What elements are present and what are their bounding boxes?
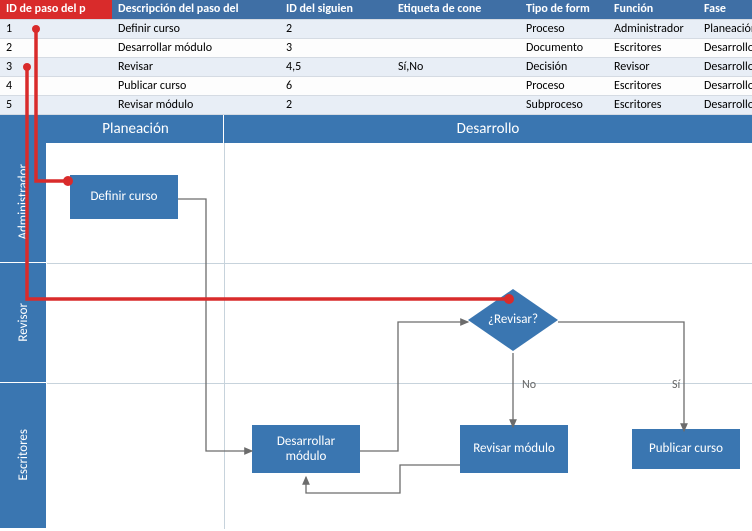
cell-id: 2 (0, 38, 112, 57)
shape-revisar-decision[interactable]: ¿Revisar? (468, 289, 558, 351)
lane-divider (47, 383, 752, 384)
cell-next: 4,5 (280, 57, 392, 76)
table-row[interactable]: 5 Revisar módulo 2 Subproceso Escritores… (0, 95, 752, 114)
cell-next: 2 (280, 19, 392, 38)
process-table: ID de paso del p Descripción del paso de… (0, 0, 752, 115)
lane-label-revisor: Revisor (0, 263, 46, 383)
cell-func: Administrador (608, 19, 698, 38)
col-header-phase: Fase (698, 0, 752, 19)
cell-conn (392, 76, 520, 95)
phase-header-planeacion: Planeación (48, 115, 224, 143)
cell-func: Escritores (608, 38, 698, 57)
cell-phase: Desarrollo (698, 57, 752, 76)
lane-divider (47, 263, 752, 264)
cell-id: 3 (0, 57, 112, 76)
lane-label-escritores: Escritores (0, 383, 46, 529)
cell-next: 6 (280, 76, 392, 95)
cell-form: Decisión (520, 57, 608, 76)
root: ID de paso del p Descripción del paso de… (0, 0, 752, 531)
cell-id: 1 (0, 19, 112, 38)
shape-definir-curso[interactable]: Definir curso (70, 175, 178, 219)
col-header-id: ID de paso del p (0, 0, 112, 19)
table-row[interactable]: 2 Desarrollar módulo 3 Documento Escrito… (0, 38, 752, 57)
lane-label-administrador: Administrador (0, 143, 46, 263)
phase-header-desarrollo: Desarrollo (224, 115, 752, 143)
col-header-form: Tipo de form (520, 0, 608, 19)
table-body: 1 Definir curso 2 Proceso Administrador … (0, 19, 752, 114)
cell-form: Documento (520, 38, 608, 57)
cell-phase: Desarrollo (698, 38, 752, 57)
cell-desc: Revisar módulo (112, 95, 280, 114)
table-row[interactable]: 4 Publicar curso 6 Proceso Escritores De… (0, 76, 752, 95)
phase-divider (224, 143, 225, 529)
cell-phase: Desarrollo (698, 95, 752, 114)
cell-conn (392, 95, 520, 114)
shape-publicar-curso[interactable]: Publicar curso (632, 429, 740, 469)
shape-desarrollar-modulo[interactable]: Desarrollar módulo (252, 425, 360, 473)
cell-func: Revisor (608, 57, 698, 76)
swimlane-diagram: Planeación Desarrollo Administrador Revi… (0, 115, 752, 529)
cell-desc: Definir curso (112, 19, 280, 38)
cell-next: 2 (280, 95, 392, 114)
cell-conn (392, 19, 520, 38)
cell-next: 3 (280, 38, 392, 57)
cell-id: 4 (0, 76, 112, 95)
cell-desc: Desarrollar módulo (112, 38, 280, 57)
cell-phase: Desarrollo (698, 76, 752, 95)
cell-desc: Publicar curso (112, 76, 280, 95)
cell-func: Escritores (608, 76, 698, 95)
table-row[interactable]: 3 Revisar 4,5 Sí,No Decisión Revisor Des… (0, 57, 752, 76)
cell-id: 5 (0, 95, 112, 114)
cell-desc: Revisar (112, 57, 280, 76)
table-header-row: ID de paso del p Descripción del paso de… (0, 0, 752, 19)
cell-conn (392, 38, 520, 57)
table-row[interactable]: 1 Definir curso 2 Proceso Administrador … (0, 19, 752, 38)
cell-form: Proceso (520, 76, 608, 95)
col-header-desc: Descripción del paso del (112, 0, 280, 19)
col-header-conn: Etiqueta de cone (392, 0, 520, 19)
cell-phase: Planeación (698, 19, 752, 38)
diagram-corner (0, 115, 48, 143)
cell-form: Proceso (520, 19, 608, 38)
cell-form: Subproceso (520, 95, 608, 114)
cell-conn: Sí,No (392, 57, 520, 76)
col-header-func: Función (608, 0, 698, 19)
shape-revisar-modulo[interactable]: Revisar módulo (460, 425, 568, 473)
col-header-next: ID del siguien (280, 0, 392, 19)
cell-func: Escritores (608, 95, 698, 114)
